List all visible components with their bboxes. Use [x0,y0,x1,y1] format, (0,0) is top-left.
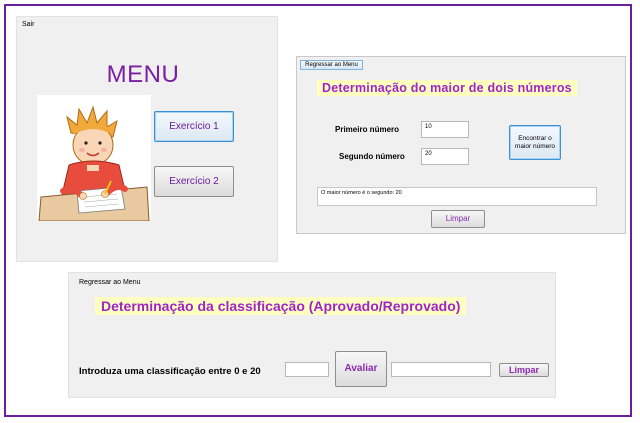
classification-result-field[interactable] [391,362,491,377]
second-number-input[interactable]: 20 [421,148,469,165]
largest-number-title: Determinação do maior de dois números [317,80,577,96]
result-field[interactable]: O maior número é o segundo: 20 [317,187,597,206]
first-number-input[interactable]: 10 [421,121,469,138]
find-largest-button[interactable]: Encontrar o maior número [509,125,561,160]
grade-input[interactable] [285,362,329,377]
exit-menu-item[interactable]: Sair [22,21,34,28]
boy-writing-icon [38,105,150,222]
first-number-label: Primeiro número [335,125,400,134]
evaluate-button[interactable]: Avaliar [335,351,387,387]
classification-title: Determinação da classificação (Aprovado/… [95,297,467,315]
menu-title: MENU [106,61,180,88]
largest-number-window: Regressar ao Menu Determinação do maior … [296,56,626,234]
back-to-menu-button[interactable]: Regressar ao Menu [300,60,363,70]
exercise-2-button[interactable]: Exercício 2 [154,166,234,197]
find-largest-label: Encontrar o maior número [514,134,556,150]
classification-window: Regressar ao Menu Determinação da classi… [68,272,556,398]
second-number-label: Segundo número [339,152,405,161]
boy-writing-illustration [37,95,151,222]
grade-prompt-label: Introduza uma classificação entre 0 e 20 [79,366,261,377]
exercise-1-button[interactable]: Exercício 1 [154,111,234,142]
back-to-menu-item[interactable]: Regressar ao Menu [79,279,140,286]
menu-window: Sair MENU Exercício 1 Exercício 2 [16,16,278,262]
clear-button[interactable]: Limpar [431,210,485,228]
clear-button-2[interactable]: Limpar [499,363,549,377]
